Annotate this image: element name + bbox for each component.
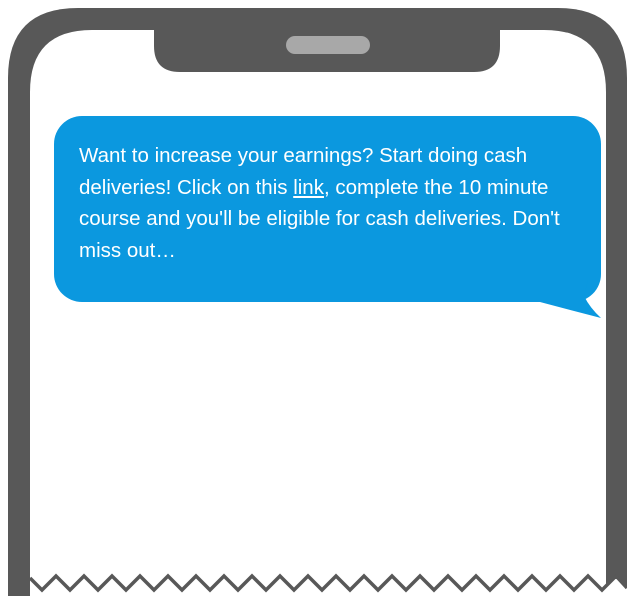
speaker-grille <box>286 36 370 54</box>
message-text: Want to increase your earnings? Start do… <box>79 140 584 266</box>
cellular-signal-icon <box>514 32 536 52</box>
message-link[interactable]: link <box>293 176 324 199</box>
message-bubble-tail <box>520 280 601 318</box>
status-bar <box>514 32 578 52</box>
wifi-icon <box>552 32 578 52</box>
